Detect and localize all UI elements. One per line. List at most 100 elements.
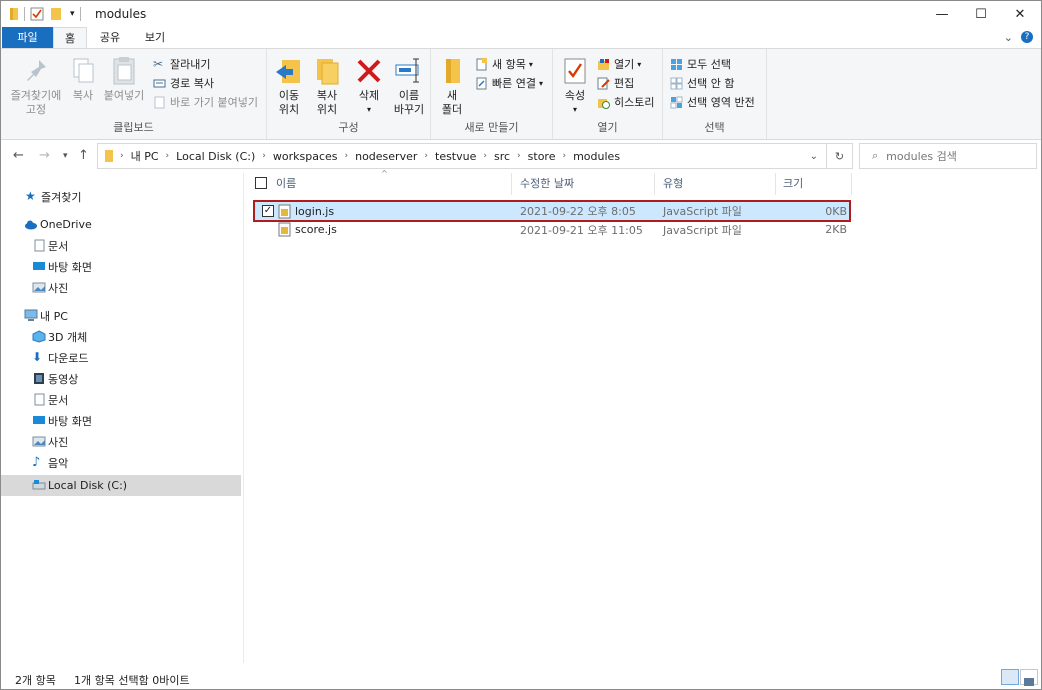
new-item-button[interactable]: 새 항목 ▾ [475,55,533,73]
pin-quick-access-button[interactable]: 즐겨찾기에 고정 [7,55,65,117]
breadcrumb-modules[interactable]: modules [573,150,620,163]
column-header-type[interactable]: 유형 [663,173,683,193]
large-icons-view-button[interactable] [1020,669,1038,686]
nav-item-documents[interactable]: 문서 [1,389,241,410]
column-header-size[interactable]: 크기 [783,173,803,193]
edit-button[interactable]: 편집 [597,74,634,92]
refresh-button[interactable]: ↻ [827,143,853,169]
nav-item-downloads[interactable]: ⬇ 다운로드 [1,347,241,368]
details-view-button[interactable] [1001,669,1019,685]
nav-item-3d-objects[interactable]: 3D 개체 [1,326,241,347]
nav-item-music[interactable]: ♪ 음악 [1,452,241,473]
search-input[interactable]: ⌕ modules 검색 [859,143,1037,169]
column-divider[interactable] [851,173,852,195]
delete-dropdown-icon[interactable]: ▾ [351,103,387,117]
nav-item-onedrive-documents[interactable]: 문서 [1,235,241,256]
drive-icon [32,479,46,492]
new-folder-button[interactable]: 새 폴더 [437,55,467,117]
tab-file[interactable]: 파일 [2,27,53,49]
copy-to-button[interactable]: 복사 위치 [309,55,345,117]
help-icon[interactable]: ? [1021,31,1033,43]
close-button[interactable]: ✕ [997,1,1042,27]
nav-item-pictures[interactable]: 사진 [1,431,241,452]
breadcrumb-this-pc[interactable]: 내 PC [131,148,159,164]
rename-button[interactable]: 이름 바꾸기 [389,55,429,117]
easy-access-button[interactable]: 빠른 연결 ▾ [475,74,543,92]
nav-item-quick-access[interactable]: ★ 즐겨찾기 [1,186,241,207]
recent-locations-icon[interactable]: ▾ [63,151,68,161]
breadcrumb-src[interactable]: src [494,150,510,163]
back-icon[interactable]: ← [13,148,24,163]
properties-dropdown-icon[interactable]: ▾ [559,103,591,117]
new-item-label: 새 항목 [492,58,526,71]
collapse-ribbon-icon[interactable]: ⌄ [1004,31,1013,44]
cut-button[interactable]: ✂ 잘라내기 [153,55,210,73]
explorer-window: ▾ modules — ☐ ✕ 파일 홈 공유 보기 ⌄ ? 즐겨찾기에 고정 … [0,0,1042,690]
nav-item-local-disk[interactable]: Local Disk (C:) [1,475,241,496]
tab-view[interactable]: 보기 [138,27,172,49]
tab-share[interactable]: 공유 [93,27,127,49]
music-icon: ♪ [32,455,41,470]
breadcrumb-workspaces[interactable]: workspaces [273,150,338,163]
history-button[interactable]: 히스토리 [597,93,654,111]
clipboard-group-label: 클립보드 [113,121,154,134]
easy-access-label: 빠른 연결 [492,77,536,90]
breadcrumb-store[interactable]: store [528,150,556,163]
column-divider[interactable] [511,173,512,195]
quick-access-toolbar: ▾ [9,5,86,23]
easy-access-icon [475,77,488,90]
row-checkbox[interactable]: ✓ [262,202,274,220]
paste-shortcut-button[interactable]: 바로 가기 붙여넣기 [153,93,258,111]
star-icon: ★ [25,189,36,203]
nav-item-videos[interactable]: 동영상 [1,368,241,389]
column-header-name[interactable]: 이름 [276,173,296,193]
breadcrumb-separator: › [517,151,521,161]
nav-label: 바탕 화면 [48,260,92,274]
nav-item-onedrive-desktop[interactable]: 바탕 화면 [1,256,241,277]
copy-path-button[interactable]: 경로 복사 [153,74,214,92]
select-all-checkbox[interactable] [255,173,267,193]
history-label: 히스토리 [614,96,655,109]
file-name: score.js [295,223,337,236]
breadcrumb-local-disk[interactable]: Local Disk (C:) [176,150,255,163]
customize-qa-icon[interactable]: ▾ [70,9,75,19]
new-folder-icon[interactable] [50,7,62,21]
address-bar[interactable]: › 내 PC › Local Disk (C:) › workspaces › … [97,143,827,169]
file-list: 이름 ^ 수정한 날짜 유형 크기 ✓ login.js 2021-09-22 … [245,169,1042,663]
column-divider[interactable] [654,173,655,195]
nav-item-this-pc[interactable]: 내 PC [1,305,241,326]
table-row[interactable]: ✓ login.js 2021-09-22 오후 8:05 JavaScript… [253,200,851,222]
delete-button[interactable]: 삭제 ▾ [351,55,387,117]
open-button[interactable]: 열기 ▾ [597,55,641,73]
breadcrumb-testvue[interactable]: testvue [435,150,476,163]
select-all-button[interactable]: 모두 선택 [670,55,731,73]
tab-home[interactable]: 홈 [53,27,87,49]
nav-item-desktop[interactable]: 바탕 화면 [1,410,241,431]
paste-button[interactable]: 붙여넣기 [101,55,147,103]
properties-icon[interactable] [30,7,44,21]
properties-button[interactable]: 속성 ▾ [559,55,591,117]
move-to-button[interactable]: 이동 위치 [271,55,307,117]
forward-icon[interactable]: → [39,148,50,163]
ribbon: 즐겨찾기에 고정 복사 붙여넣기 ✂ 잘라내기 경로 복사 바로 가기 붙여넣기 [1,48,1041,140]
address-dropdown-icon[interactable]: ⌄ [810,151,818,162]
column-divider[interactable] [775,173,776,195]
nav-label: 동영상 [48,372,79,386]
nav-item-onedrive[interactable]: OneDrive [1,214,241,235]
nav-label: 즐겨찾기 [41,190,82,204]
pictures-icon [32,435,46,448]
select-none-button[interactable]: 선택 안 함 [670,74,734,92]
invert-selection-button[interactable]: 선택 영역 반전 [670,93,755,111]
up-icon[interactable]: ↑ [78,148,89,163]
column-header-modified[interactable]: 수정한 날짜 [520,173,574,193]
breadcrumb-nodeserver[interactable]: nodeserver [355,150,417,163]
copy-button[interactable]: 복사 [65,55,101,103]
select-group: 모두 선택 선택 안 함 선택 영역 반전 선택 [663,49,767,139]
nav-item-onedrive-pictures[interactable]: 사진 [1,277,241,298]
table-row[interactable]: score.js 2021-09-21 오후 11:05 JavaScript … [253,220,851,239]
history-icon [597,96,610,109]
copy-icon [68,55,98,87]
nav-label: 사진 [48,281,69,295]
nav-label: OneDrive [40,218,92,231]
file-name-cell: login.js [278,202,334,220]
